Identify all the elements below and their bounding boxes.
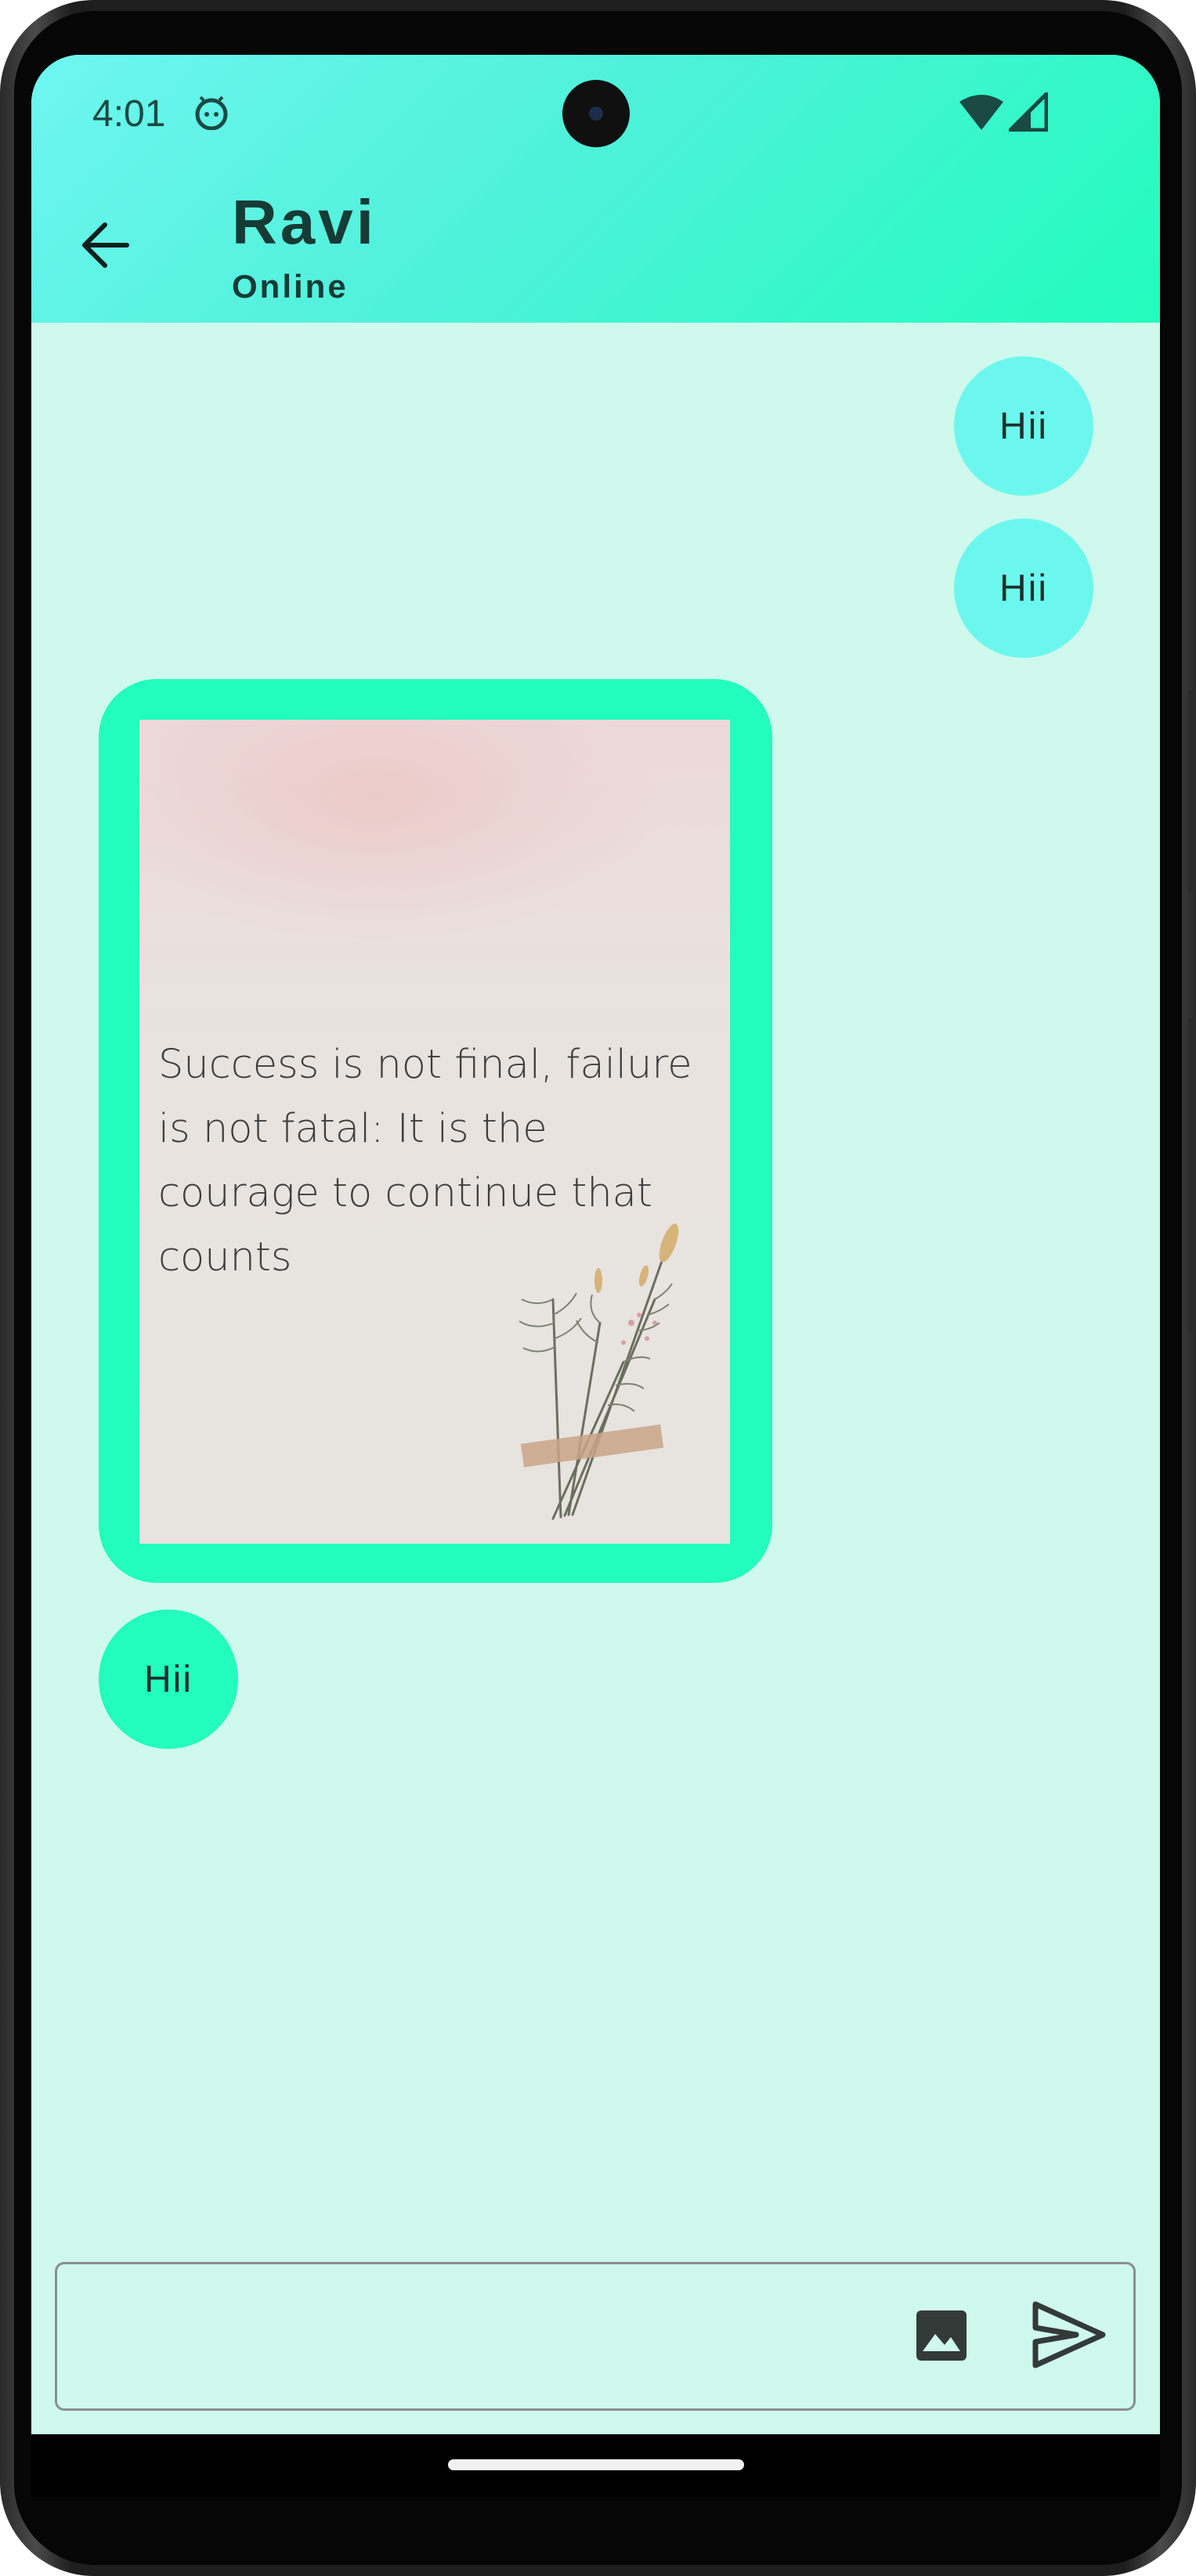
android-robot-icon [195,96,228,130]
volume-button [1188,1018,1196,1331]
image-texture [139,720,656,939]
home-gesture-bar[interactable] [448,2459,744,2470]
sent-message-bubble[interactable]: Hii [954,356,1093,496]
contact-status: Online [232,268,349,305]
sent-message-bubble[interactable]: Hii [954,518,1093,658]
dried-flower-bouquet-illustration [519,1223,679,1520]
app-header: 4:01 Ravi Online [31,55,1160,323]
power-button [1188,689,1196,893]
status-time: 4:01 [92,93,166,135]
received-image-message[interactable]: Success is not final, failure is not fat… [99,679,772,1583]
image-icon[interactable] [915,2309,968,2362]
message-text: Hii [999,567,1048,609]
quote-image[interactable]: Success is not final, failure is not fat… [139,720,730,1544]
contact-name[interactable]: Ravi [232,186,377,258]
received-message-bubble[interactable]: Hii [99,1610,238,1749]
message-text: Hii [144,1658,193,1700]
send-icon[interactable] [1031,2300,1107,2370]
cell-signal-icon [1009,92,1048,132]
front-camera [562,80,630,147]
arrow-back-icon[interactable] [78,218,133,273]
message-input[interactable] [55,2262,1136,2411]
chat-screen: 4:01 Ravi Online Hii Hii Success is not … [31,55,1160,2491]
message-text: Hii [999,405,1048,447]
wifi-icon [959,95,1003,130]
